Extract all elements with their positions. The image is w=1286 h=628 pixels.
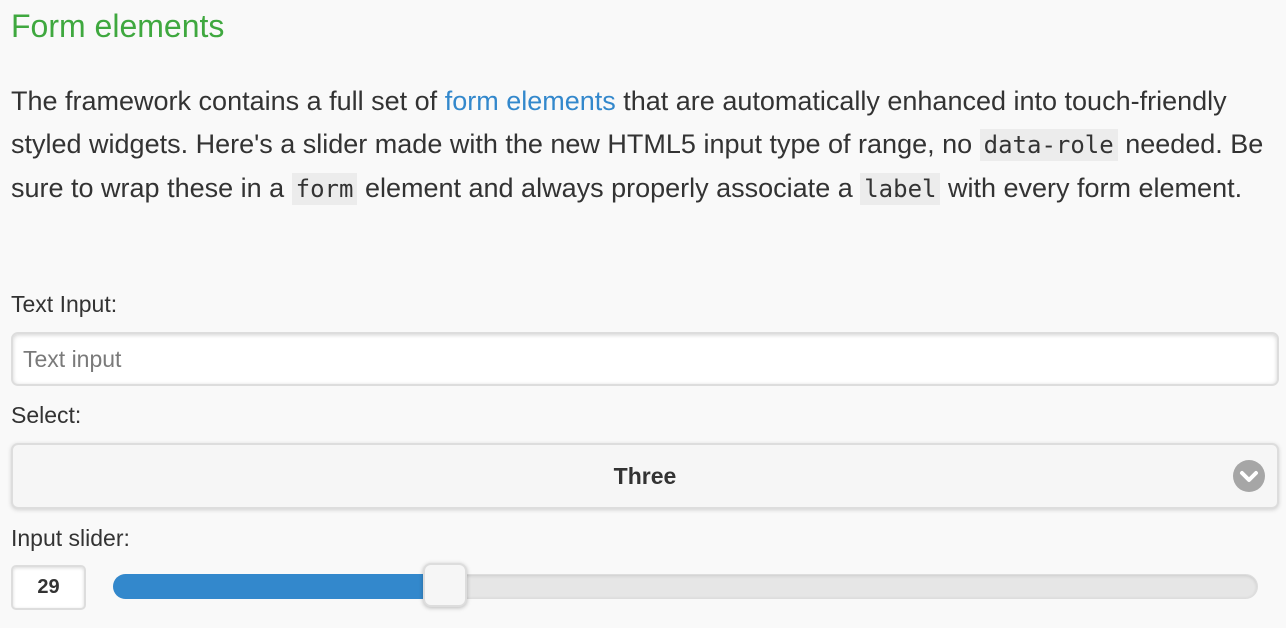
slider-label: Input slider:: [11, 525, 130, 551]
code-label: label: [860, 173, 941, 205]
text-input-field[interactable]: [11, 332, 1279, 386]
select-selected-value: Three: [613, 463, 677, 489]
code-form: form: [291, 173, 358, 205]
slider-fill: [113, 574, 444, 599]
page: Form elements The framework contains a f…: [0, 0, 1286, 628]
intro-text-1: The framework contains a full set of: [11, 86, 445, 116]
form-elements-link[interactable]: form elements: [445, 86, 616, 116]
text-input-label: Text Input:: [11, 291, 118, 317]
intro-text-4: element and always properly associate a: [357, 173, 861, 203]
slider-track[interactable]: [113, 563, 1258, 607]
slider-value-input[interactable]: [11, 565, 86, 610]
intro-text-5: with every form element.: [940, 173, 1243, 203]
select-menu-button[interactable]: Three: [11, 443, 1279, 509]
select-label: Select:: [11, 402, 82, 428]
slider-handle[interactable]: [423, 563, 467, 607]
chevron-down-icon: [1233, 460, 1265, 492]
section-heading: Form elements: [11, 8, 225, 44]
code-data-role: data-role: [979, 129, 1118, 161]
intro-paragraph: The framework contains a full set of for…: [11, 80, 1273, 211]
